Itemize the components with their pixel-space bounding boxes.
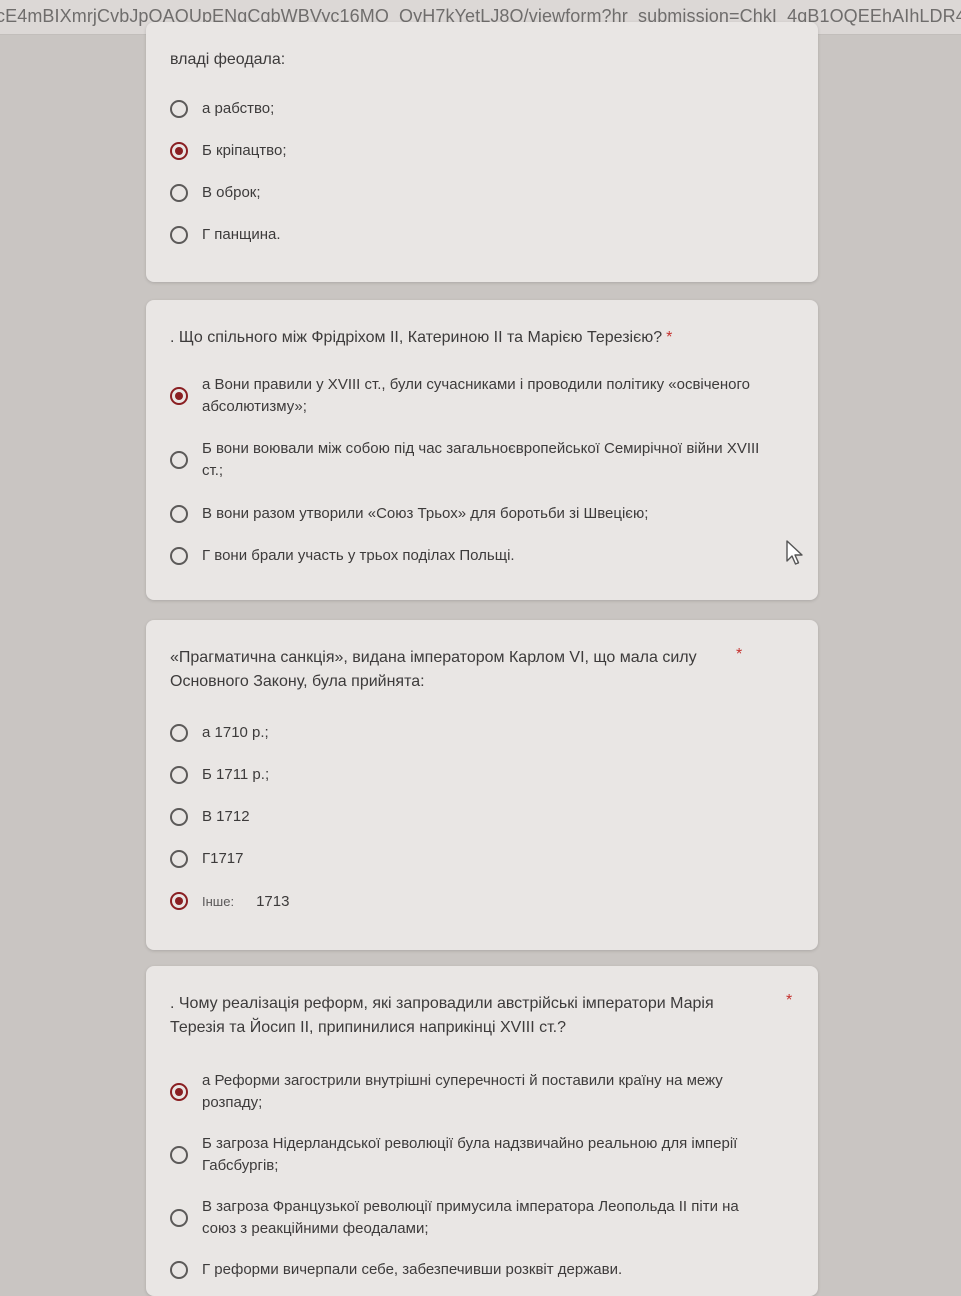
- radio-unchecked-icon[interactable]: [170, 724, 188, 742]
- option-4[interactable]: Г реформи вичерпали себе, забезпечивши р…: [170, 1259, 790, 1281]
- option-label: Г1717: [202, 850, 244, 867]
- question-card-3: «Прагматична санкція», видана імператоро…: [146, 620, 818, 950]
- question-title: «Прагматична санкція», видана імператоро…: [170, 646, 750, 694]
- question-title-text: «Прагматична санкція», видана імператоро…: [170, 649, 697, 690]
- radio-unchecked-icon[interactable]: [170, 226, 188, 244]
- required-asterisk: *: [736, 646, 743, 663]
- radio-checked-icon[interactable]: [170, 387, 188, 405]
- question-card-1: владі феодала: а рабство; Б кріпацтво; В…: [146, 22, 818, 282]
- option-3[interactable]: В оброк;: [170, 182, 790, 204]
- question-card-2: . Що спільного між Фрідріхом II, Катерин…: [146, 300, 818, 600]
- option-2[interactable]: Б вони воювали між собою під час загальн…: [170, 438, 790, 482]
- radio-unchecked-icon[interactable]: [170, 1146, 188, 1164]
- other-input[interactable]: 1713: [256, 893, 289, 910]
- question-title-text: . Що спільного між Фрідріхом II, Катерин…: [170, 329, 663, 346]
- option-1[interactable]: а 1710 р.;: [170, 722, 790, 744]
- option-2[interactable]: Б загроза Нідерландської революції була …: [170, 1133, 790, 1177]
- option-3[interactable]: В загроза Французької революції примусил…: [170, 1196, 790, 1240]
- option-label: а Вони правили у XVIII ст., були сучасни…: [202, 376, 751, 415]
- radio-unchecked-icon[interactable]: [170, 451, 188, 469]
- question-card-4: . Чому реалізація реформ, які запровадил…: [146, 966, 818, 1296]
- option-label: Г панщина.: [202, 226, 281, 243]
- radio-unchecked-icon[interactable]: [170, 184, 188, 202]
- required-asterisk: *: [666, 329, 673, 346]
- option-4[interactable]: Г1717: [170, 848, 790, 870]
- option-3[interactable]: В 1712: [170, 806, 790, 828]
- option-other[interactable]: Інше: 1713: [170, 892, 790, 910]
- option-label: Б 1711 р.;: [202, 766, 270, 783]
- question-title: владі феодала:: [170, 51, 286, 68]
- option-2[interactable]: Б 1711 р.;: [170, 764, 790, 786]
- radio-unchecked-icon[interactable]: [170, 766, 188, 784]
- option-label: а рабство;: [202, 100, 275, 117]
- option-3[interactable]: В вони разом утворили «Союз Трьох» для б…: [170, 503, 790, 525]
- option-label: а Реформи загострили внутрішні суперечно…: [202, 1072, 723, 1111]
- question-title: . Що спільного між Фрідріхом II, Катерин…: [170, 326, 810, 350]
- option-label: а 1710 р.;: [202, 724, 269, 741]
- option-label: Г вони брали участь у трьох поділах Поль…: [202, 547, 515, 564]
- mouse-pointer-icon: [786, 540, 803, 565]
- option-1[interactable]: а рабство;: [170, 98, 790, 120]
- option-label: В загроза Французької революції примусил…: [202, 1198, 739, 1237]
- option-4[interactable]: Г вони брали участь у трьох поділах Поль…: [170, 545, 790, 567]
- other-label: Інше:: [202, 893, 235, 909]
- option-2[interactable]: Б кріпацтво;: [170, 140, 790, 162]
- radio-unchecked-icon[interactable]: [170, 100, 188, 118]
- radio-unchecked-icon[interactable]: [170, 1261, 188, 1279]
- option-label: Б загроза Нідерландської революції була …: [202, 1135, 738, 1174]
- option-label: Г реформи вичерпали себе, забезпечивши р…: [202, 1261, 623, 1278]
- radio-unchecked-icon[interactable]: [170, 808, 188, 826]
- radio-unchecked-icon[interactable]: [170, 1209, 188, 1227]
- radio-unchecked-icon[interactable]: [170, 547, 188, 565]
- option-1[interactable]: а Вони правили у XVIII ст., були сучасни…: [170, 374, 790, 418]
- option-label: Б кріпацтво;: [202, 142, 287, 159]
- radio-checked-icon[interactable]: [170, 892, 188, 910]
- option-4[interactable]: Г панщина.: [170, 224, 790, 246]
- option-label: В оброк;: [202, 184, 261, 201]
- radio-checked-icon[interactable]: [170, 1083, 188, 1101]
- question-title-text: . Чому реалізація реформ, які запровадил…: [170, 995, 714, 1036]
- question-title: . Чому реалізація реформ, які запровадил…: [170, 992, 770, 1040]
- required-asterisk: *: [786, 992, 793, 1009]
- radio-checked-icon[interactable]: [170, 142, 188, 160]
- radio-unchecked-icon[interactable]: [170, 505, 188, 523]
- option-label: В 1712: [202, 808, 250, 825]
- option-label: Б вони воювали між собою під час загальн…: [202, 440, 760, 479]
- radio-unchecked-icon[interactable]: [170, 850, 188, 868]
- option-label: В вони разом утворили «Союз Трьох» для б…: [202, 505, 649, 522]
- option-1[interactable]: а Реформи загострили внутрішні суперечно…: [170, 1070, 790, 1114]
